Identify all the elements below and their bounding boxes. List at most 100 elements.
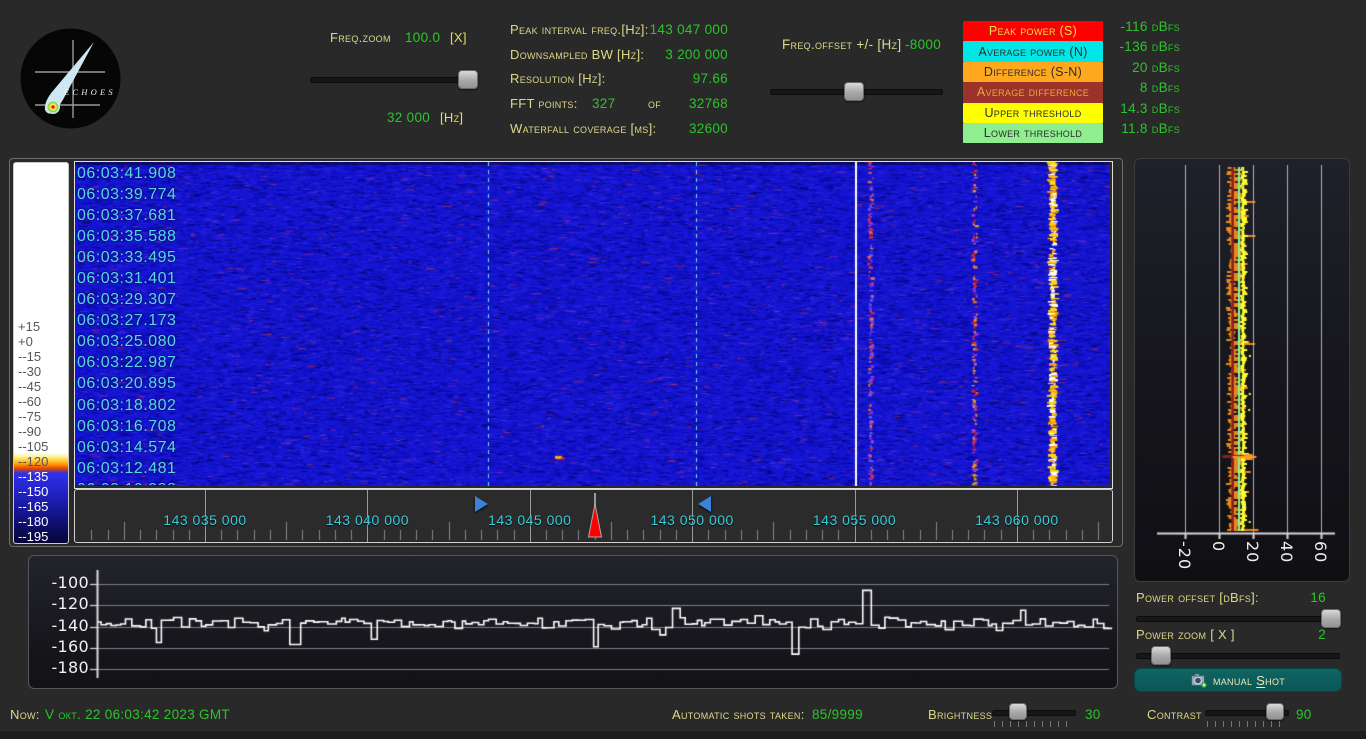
brightness-value: 30 [1085,707,1101,722]
interval-end-marker-icon[interactable] [698,496,711,512]
legend-difference-button[interactable]: Difference (S-N) [963,62,1103,82]
dbfs-scale-label: --105 [18,440,48,454]
power-graph-y-label: -160 [37,638,89,656]
dbfs-scale-label: --120 [18,455,48,469]
legend-average-power-label: Average power (N) [978,45,1087,59]
power-graph-y-label: -180 [37,659,89,677]
span-bandwidth-value: 32 000 [387,110,430,125]
interval-begin-marker-icon[interactable] [475,496,488,512]
power-graph-y-label: -100 [37,574,89,592]
frequency-ruler-label: 143 040 000 [326,512,409,528]
manual-shot-label: manual Shot [1213,673,1285,688]
legend-average-difference-button[interactable]: Average difference [963,82,1103,102]
contrast-slider-handle[interactable] [1266,703,1284,720]
waterfall-coverage-value: 32600 [600,121,728,136]
legend-lower-threshold-button[interactable]: Lower threshold [963,123,1103,143]
frequency-ruler-label: 143 045 000 [488,512,571,528]
legend-average-difference-label: Average difference [977,85,1089,99]
peak-frequency-marker-icon [584,493,606,539]
now-label: Now: [10,707,40,722]
dbfs-scale-label: --75 [18,410,41,424]
span-bandwidth-unit: [Hz] [440,110,463,125]
freq-zoom-unit: [X] [450,30,467,45]
waterfall-timestamp: 06:03:12.481 [77,458,207,479]
brightness-slider-handle[interactable] [1009,703,1027,720]
contrast-slider[interactable] [1205,703,1289,720]
power-offset-slider-handle[interactable] [1321,609,1341,628]
average-difference-value: 8 dBfs [1105,80,1180,95]
freq-zoom-slider-handle[interactable] [458,70,478,89]
legend-average-power-button[interactable]: Average power (N) [963,41,1103,61]
fft-points-value: 327 [592,96,615,111]
peak-interval-freq-value: 143 047 000 [600,22,728,37]
echoes-app-window: { "app": { "logo_text": "ECHOES" }, "top… [0,0,1366,739]
upper-threshold-value: 14.3 dBfs [1105,101,1180,116]
waterfall-timestamp: 06:03:16.708 [77,416,207,437]
spectrum-panel: -20 0 20 40 60 [1134,158,1350,582]
spectrum-x-label: 20 [1243,541,1262,563]
dbfs-scale-label: --60 [18,395,41,409]
waterfall-timestamp: 06:03:41.908 [77,163,207,184]
freq-offset-slider-handle[interactable] [844,82,864,101]
shots-taken-label: Automatic shots taken: [672,707,805,722]
dbfs-scale-label: --195 [18,530,48,544]
waterfall-timestamp: 06:03:25.080 [77,331,207,352]
dbfs-colormap-scale: +15+0--15--30--45--60--75--90--105--120-… [13,162,69,544]
brightness-slider-groove [992,710,1076,716]
dbfs-scale-label: --45 [18,380,41,394]
power-zoom-label: Power zoom [ X ] [1136,627,1235,642]
footer-strip [0,731,1366,739]
power-offset-slider-groove [1136,616,1340,622]
contrast-label: Contrast [1147,707,1202,722]
fft-points-label: FFT points: [510,96,578,111]
power-graph-y-label: -140 [37,617,89,635]
waterfall-timestamp: 06:03:14.574 [77,437,207,458]
brightness-label: Brightness [928,707,992,722]
power-offset-slider[interactable] [1136,609,1340,626]
now-value: V окт. 22 06:03:42 2023 GMT [45,707,230,722]
echoes-logo: ECHOES [20,28,121,129]
resolution-value: 97.66 [600,71,728,86]
plot-legend-buttons: Peak power (S) Average power (N) Differe… [963,21,1103,143]
contrast-slider-ticks [1207,721,1287,727]
legend-difference-label: Difference (S-N) [984,65,1082,79]
waterfall-canvas [75,162,1110,486]
camera-icon [1191,673,1208,688]
svg-text:ECHOES: ECHOES [63,87,116,97]
dbfs-scale-label: --30 [18,365,41,379]
freq-offset-label: Freq.offset +/- [Hz] [782,37,901,52]
power-zoom-slider[interactable] [1136,646,1340,663]
manual-shot-button[interactable]: manual Shot [1134,668,1342,692]
legend-peak-power-button[interactable]: Peak power (S) [963,21,1103,41]
waterfall-display: 06:03:41.90806:03:39.77406:03:37.68106:0… [74,161,1113,489]
legend-lower-threshold-label: Lower threshold [984,126,1082,140]
dbfs-scale-label: --165 [18,500,48,514]
freq-zoom-slider[interactable] [310,70,470,87]
freq-zoom-label: Freq.zoom [330,30,391,45]
power-zoom-slider-handle[interactable] [1151,646,1171,665]
legend-upper-threshold-button[interactable]: Upper threshold [963,103,1103,123]
contrast-value: 90 [1296,707,1312,722]
power-offset-value: 16 [1240,590,1326,605]
spectrum-x-label: 60 [1311,541,1330,563]
power-graph-canvas [29,556,1115,686]
spectrum-x-label: 40 [1277,541,1296,563]
brightness-slider[interactable] [992,703,1076,720]
waterfall-timestamp: 06:03:39.774 [77,184,207,205]
dbfs-scale-label: --15 [18,350,41,364]
waterfall-timestamp: 06:03:35.588 [77,226,207,247]
dbfs-scale-label: --150 [18,485,48,499]
freq-offset-slider[interactable] [770,82,943,99]
legend-upper-threshold-label: Upper threshold [984,106,1081,120]
waterfall-timestamp: 06:03:31.401 [77,268,207,289]
power-graph-y-label: -120 [37,595,89,613]
waterfall-timestamp: 06:03:29.307 [77,289,207,310]
waterfall-timestamp: 06:03:18.802 [77,395,207,416]
frequency-ruler-label: 143 060 000 [975,512,1058,528]
freq-zoom-value: 100.0 [405,30,440,45]
frequency-ruler-label: 143 035 000 [163,512,246,528]
waterfall-timestamp: 06:03:20.895 [77,373,207,394]
spectrum-x-label: 0 [1209,541,1228,552]
spectrum-x-label: -20 [1175,541,1194,570]
average-power-value: -136 dBfs [1105,39,1180,54]
